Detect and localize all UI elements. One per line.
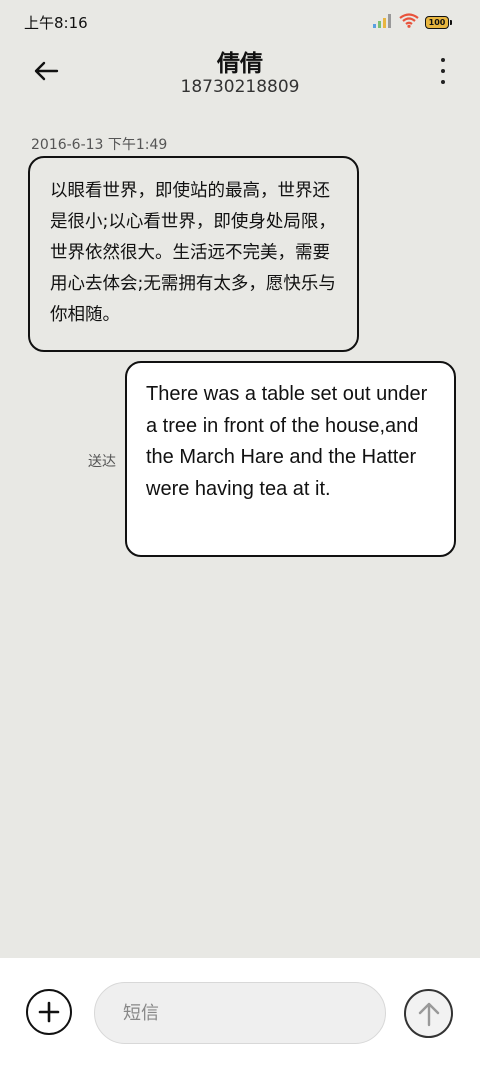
status-icons: 100 — [373, 13, 452, 32]
add-icon — [38, 1001, 60, 1023]
message-timestamp: 2016-6-13 下午1:49 — [31, 137, 168, 153]
outgoing-message-bubble[interactable]: There was a table set out under a tree i… — [125, 361, 456, 557]
composer-bar — [0, 958, 480, 1066]
outgoing-message-text: There was a table set out under a tree i… — [146, 383, 428, 500]
delivery-status: 送达 — [88, 454, 116, 470]
battery-tip — [450, 20, 452, 25]
battery-icon: 100 — [425, 16, 452, 29]
incoming-message-text: 以眼看世界，即使站的最高，世界还是很小;以心看世界，即使身处局限，世界依然很大。… — [50, 181, 336, 325]
more-vertical-icon — [441, 58, 445, 62]
message-input[interactable] — [94, 982, 386, 1044]
send-button[interactable] — [404, 989, 453, 1038]
status-bar: 上午8:16 100 — [0, 0, 480, 44]
wifi-icon — [399, 13, 419, 32]
incoming-message-bubble[interactable]: 以眼看世界，即使站的最高，世界还是很小;以心看世界，即使身处局限，世界依然很大。… — [28, 156, 359, 352]
contact-number: 18730218809 — [180, 77, 300, 97]
conversation-header: 倩倩 18730218809 — [0, 44, 480, 104]
contact-name: 倩倩 — [217, 51, 263, 77]
battery-level: 100 — [425, 16, 449, 29]
more-options-button[interactable] — [436, 58, 450, 84]
add-attachment-button[interactable] — [26, 989, 72, 1035]
more-vertical-icon-dot — [441, 69, 445, 73]
signal-icon — [373, 13, 393, 32]
send-arrow-icon — [418, 1002, 439, 1026]
more-vertical-icon-dot — [441, 80, 445, 84]
status-time: 上午8:16 — [24, 14, 88, 32]
